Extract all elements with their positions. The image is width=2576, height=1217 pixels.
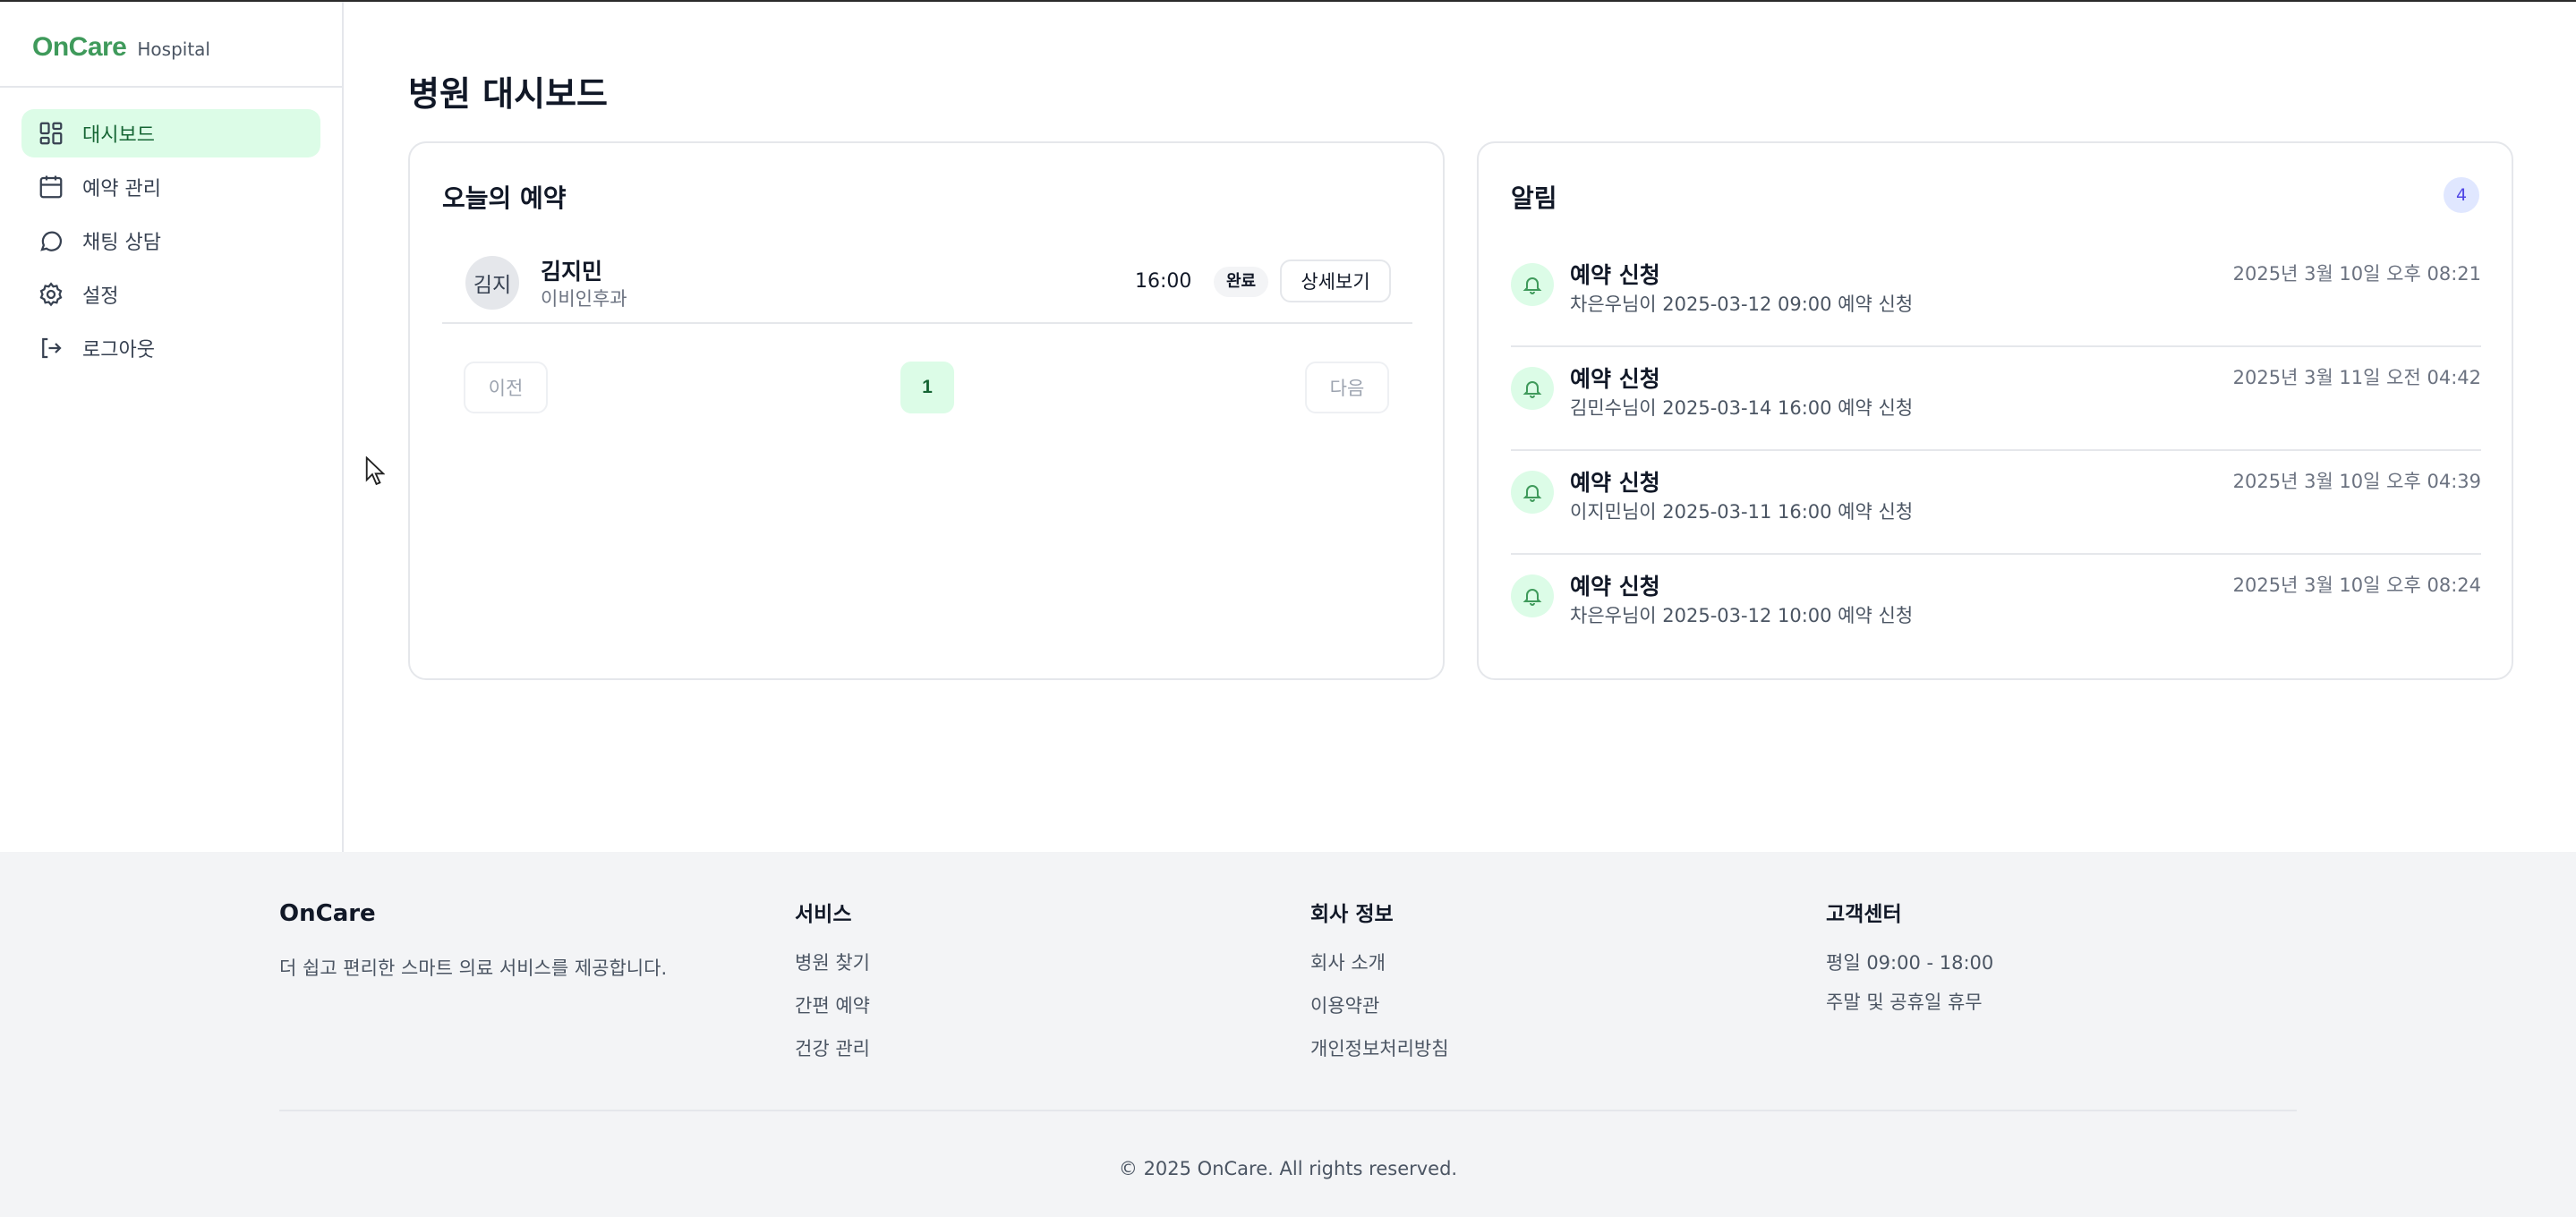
- pager-next-button[interactable]: 다음: [1305, 362, 1389, 413]
- notification-body: 차은우님이 2025-03-12 10:00 예약 신청: [1570, 605, 1914, 626]
- footer-link[interactable]: 이용약관: [1310, 991, 1449, 1017]
- appointment-time: 16:00: [1135, 270, 1192, 293]
- notification-item[interactable]: 예약 신청 이지민님이 2025-03-11 16:00 예약 신청 2025년…: [1511, 451, 2481, 555]
- footer-brand: OnCare: [279, 900, 376, 927]
- app-shell: OnCare Hospital 대시보드 예약 관리 채팅 상담 설정 로그아웃…: [0, 2, 2576, 852]
- notification-item[interactable]: 예약 신청 김민수님이 2025-03-14 16:00 예약 신청 2025년…: [1511, 347, 2481, 451]
- sidebar-item-settings[interactable]: 설정: [21, 270, 320, 319]
- brand-name: OnCare: [32, 32, 127, 62]
- sidebar-item-appointments[interactable]: 예약 관리: [21, 163, 320, 211]
- notification-title: 예약 신청: [1570, 262, 1660, 288]
- footer-copyright: © 2025 OnCare. All rights reserved.: [1118, 1158, 1458, 1179]
- notification-title: 예약 신청: [1570, 574, 1660, 600]
- footer-heading: 회사 정보: [1310, 903, 1394, 926]
- notification-body: 이지민님이 2025-03-11 16:00 예약 신청: [1570, 501, 1914, 523]
- notification-time: 2025년 3월 10일 오후 04:39: [2232, 471, 2481, 492]
- notification-time: 2025년 3월 10일 오후 08:24: [2232, 574, 2481, 596]
- footer-link[interactable]: 건강 관리: [795, 1034, 870, 1060]
- notification-item[interactable]: 예약 신청 차은우님이 2025-03-12 10:00 예약 신청 2025년…: [1511, 555, 2481, 659]
- avatar: 김지: [465, 256, 519, 310]
- brand-logo[interactable]: OnCare Hospital: [0, 2, 342, 88]
- footer-description: 더 쉽고 편리한 스마트 의료 서비스를 제공합니다.: [279, 957, 668, 979]
- footer-link[interactable]: 개인정보처리방침: [1310, 1034, 1449, 1060]
- support-closed: 주말 및 공휴일 휴무: [1826, 991, 1983, 1013]
- appointments-title: 오늘의 예약: [442, 183, 567, 213]
- notifications-title: 알림: [1511, 183, 1557, 213]
- notification-title: 예약 신청: [1570, 470, 1660, 496]
- chat-icon: [40, 231, 62, 251]
- bell-icon: [1511, 471, 1554, 514]
- dashboard-icon: [39, 122, 63, 145]
- footer-services: 서비스 병원 찾기 간편 예약 건강 관리: [795, 897, 870, 1077]
- footer-company: 회사 정보 회사 소개 이용약관 개인정보처리방침: [1310, 897, 1449, 1077]
- brand-sub: Hospital: [137, 38, 210, 60]
- calendar-icon: [39, 175, 63, 199]
- sidebar-item-label: 채팅 상담: [82, 232, 161, 254]
- pager-prev-button[interactable]: 이전: [464, 362, 548, 413]
- sidebar-item-label: 설정: [82, 285, 119, 308]
- notification-body: 김민수님이 2025-03-14 16:00 예약 신청: [1570, 397, 1914, 419]
- pager-page-button[interactable]: 1: [900, 362, 954, 413]
- sidebar: OnCare Hospital 대시보드 예약 관리 채팅 상담 설정 로그아웃: [0, 2, 344, 852]
- footer-heading: 서비스: [795, 903, 852, 926]
- footer-link[interactable]: 간편 예약: [795, 991, 870, 1017]
- notification-count-badge: 4: [2444, 177, 2479, 213]
- notification-time: 2025년 3월 11일 오전 04:42: [2232, 367, 2481, 388]
- footer-divider: [279, 1110, 2297, 1111]
- sidebar-item-label: 예약 관리: [82, 178, 161, 200]
- sidebar-item-label: 로그아웃: [82, 339, 155, 362]
- logout-icon: [42, 337, 62, 359]
- footer-support: 고객센터 평일 09:00 - 18:00 주말 및 공휴일 휴무: [1826, 897, 1993, 1027]
- gear-icon: [39, 282, 63, 307]
- sidebar-nav: 대시보드 예약 관리 채팅 상담 설정 로그아웃: [0, 88, 342, 372]
- notification-time: 2025년 3월 10일 오후 08:21: [2232, 263, 2481, 285]
- appointments-card: 오늘의 예약 김지 김지민 이비인후과 16:00 완료 상세보기 이전 1 다…: [408, 141, 1445, 680]
- footer-link[interactable]: 회사 소개: [1310, 949, 1449, 974]
- status-badge: 완료: [1214, 267, 1269, 297]
- footer: OnCare 더 쉽고 편리한 스마트 의료 서비스를 제공합니다. 서비스 병…: [0, 852, 2576, 1217]
- footer-heading: 고객센터: [1826, 903, 1902, 926]
- bell-icon: [1511, 367, 1554, 410]
- sidebar-item-chat[interactable]: 채팅 상담: [21, 217, 320, 265]
- notification-title: 예약 신청: [1570, 366, 1660, 392]
- detail-button[interactable]: 상세보기: [1280, 260, 1391, 302]
- sidebar-item-dashboard[interactable]: 대시보드: [21, 109, 320, 157]
- bell-icon: [1511, 263, 1554, 306]
- mouse-cursor-icon: [365, 456, 385, 486]
- support-hours: 평일 09:00 - 18:00: [1826, 952, 1994, 974]
- footer-link[interactable]: 병원 찾기: [795, 949, 870, 974]
- main-content: 병원 대시보드 오늘의 예약 김지 김지민 이비인후과 16:00 완료 상세보…: [344, 2, 2576, 852]
- notification-body: 차은우님이 2025-03-12 09:00 예약 신청: [1570, 294, 1914, 315]
- sidebar-item-label: 대시보드: [82, 124, 155, 147]
- bell-icon: [1511, 574, 1554, 617]
- patient-name: 김지민: [541, 259, 603, 285]
- patient-department: 이비인후과: [541, 288, 627, 310]
- appointment-row: 김지 김지민 이비인후과 16:00 완료 상세보기: [442, 249, 1412, 324]
- notifications-card: 알림 4 예약 신청 차은우님이 2025-03-12 09:00 예약 신청 …: [1477, 141, 2513, 680]
- notification-item[interactable]: 예약 신청 차은우님이 2025-03-12 09:00 예약 신청 2025년…: [1511, 243, 2481, 347]
- page-title: 병원 대시보드: [408, 74, 608, 114]
- sidebar-item-logout[interactable]: 로그아웃: [21, 324, 320, 372]
